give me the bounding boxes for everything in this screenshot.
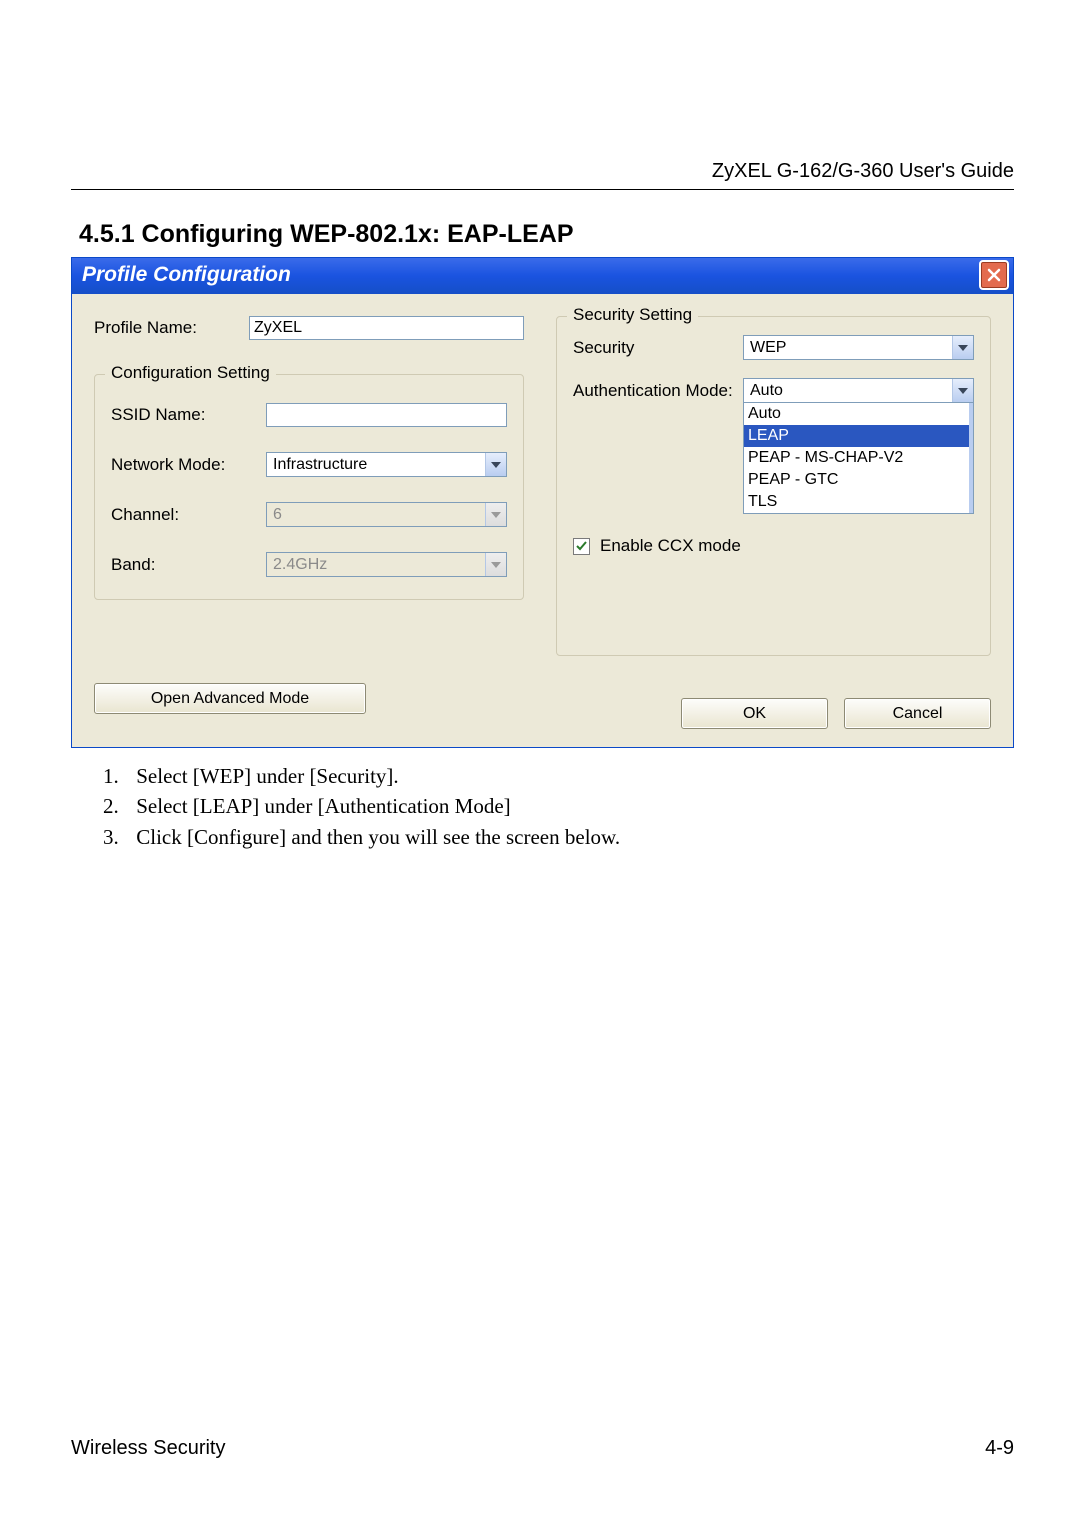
- auth-mode-option[interactable]: TLS: [744, 491, 973, 513]
- instruction-item: 2. Select [LEAP] under [Authentication M…: [103, 792, 1014, 820]
- channel-label: Channel:: [111, 505, 266, 525]
- open-advanced-button[interactable]: Open Advanced Mode: [94, 683, 366, 714]
- channel-value: 6: [267, 503, 485, 526]
- security-value: WEP: [744, 336, 952, 359]
- ssid-input[interactable]: [266, 403, 507, 427]
- network-mode-select[interactable]: Infrastructure: [266, 452, 507, 477]
- security-setting-group: Security Setting Security WEP Authentica…: [556, 316, 991, 656]
- auth-mode-label: Authentication Mode:: [573, 381, 743, 401]
- chevron-down-icon: [952, 379, 973, 402]
- configuration-setting-legend: Configuration Setting: [105, 363, 276, 383]
- chevron-down-icon: [952, 336, 973, 359]
- security-setting-legend: Security Setting: [567, 305, 698, 325]
- ok-button[interactable]: OK: [681, 698, 828, 729]
- network-mode-value: Infrastructure: [267, 453, 485, 476]
- channel-select: 6: [266, 502, 507, 527]
- band-select: 2.4GHz: [266, 552, 507, 577]
- security-label: Security: [573, 338, 743, 358]
- document-header: ZyXEL G-162/G-360 User's Guide: [71, 160, 1014, 190]
- page-footer: Wireless Security 4-9: [71, 1437, 1014, 1460]
- band-value: 2.4GHz: [267, 553, 485, 576]
- configuration-setting-group: Configuration Setting SSID Name: Network…: [94, 374, 524, 600]
- instruction-list: 1. Select [WEP] under [Security].2. Sele…: [103, 762, 1014, 851]
- profile-name-input[interactable]: [249, 316, 524, 340]
- band-label: Band:: [111, 555, 266, 575]
- network-mode-label: Network Mode:: [111, 455, 266, 475]
- footer-right: 4-9: [985, 1437, 1014, 1460]
- security-select[interactable]: WEP: [743, 335, 974, 360]
- window-title: Profile Configuration: [82, 263, 291, 287]
- enable-ccx-label: Enable CCX mode: [600, 536, 741, 556]
- instruction-item: 1. Select [WEP] under [Security].: [103, 762, 1014, 790]
- footer-left: Wireless Security: [71, 1437, 225, 1460]
- enable-ccx-checkbox[interactable]: [573, 538, 590, 555]
- auth-mode-option[interactable]: LEAP: [744, 425, 973, 447]
- auth-mode-select[interactable]: Auto: [743, 378, 974, 403]
- chevron-down-icon: [485, 503, 506, 526]
- section-heading: 4.5.1 Configuring WEP-802.1x: EAP-LEAP: [79, 220, 1014, 249]
- cancel-button[interactable]: Cancel: [844, 698, 991, 729]
- ssid-label: SSID Name:: [111, 405, 266, 425]
- auth-mode-option[interactable]: PEAP - MS-CHAP-V2: [744, 447, 973, 469]
- auth-mode-dropdown-list[interactable]: AutoLEAPPEAP - MS-CHAP-V2PEAP - GTCTLS: [743, 402, 974, 514]
- chevron-down-icon: [485, 453, 506, 476]
- close-icon[interactable]: [979, 260, 1009, 290]
- window-titlebar: Profile Configuration: [72, 258, 1013, 294]
- profile-config-window: Profile Configuration Profile Name: Conf…: [71, 257, 1014, 748]
- scrollbar-thumb[interactable]: [969, 403, 973, 513]
- auth-mode-value: Auto: [744, 379, 952, 402]
- instruction-item: 3. Click [Configure] and then you will s…: [103, 823, 1014, 851]
- auth-mode-option[interactable]: PEAP - GTC: [744, 469, 973, 491]
- chevron-down-icon: [485, 553, 506, 576]
- auth-mode-option[interactable]: Auto: [744, 403, 973, 425]
- profile-name-label: Profile Name:: [94, 318, 249, 338]
